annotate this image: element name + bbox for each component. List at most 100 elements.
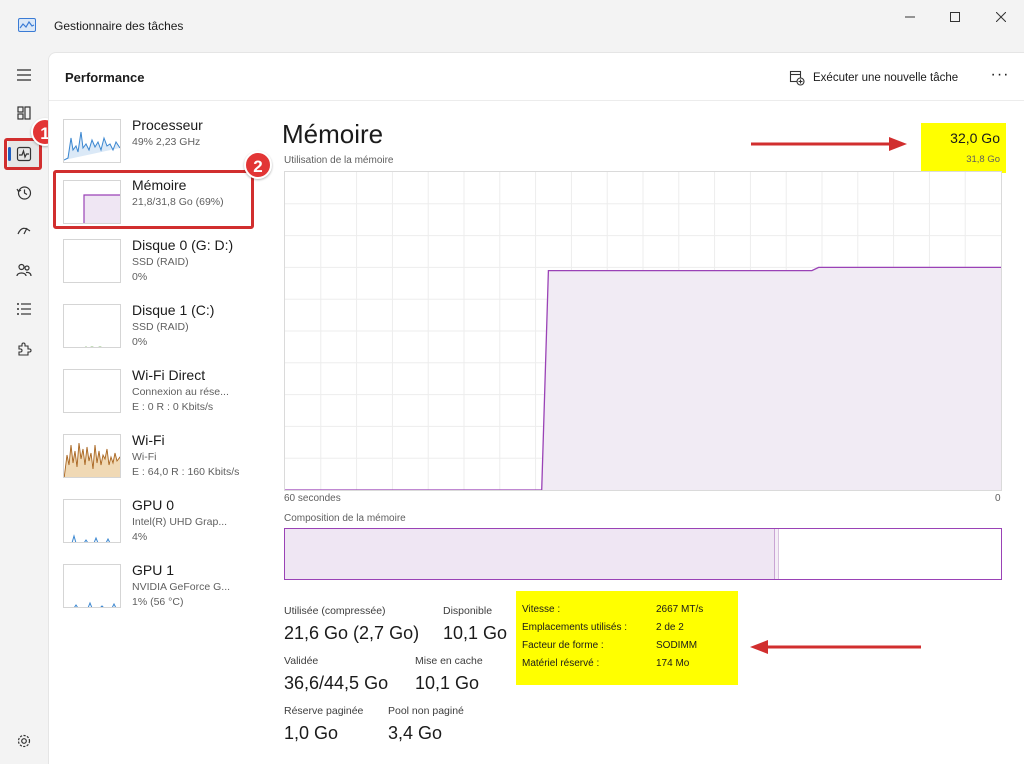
minimize-button[interactable] — [890, 6, 930, 28]
memory-composition-used — [285, 529, 776, 579]
history-icon — [16, 186, 32, 200]
device-detail: NVIDIA GeForce G... — [132, 581, 231, 593]
device-item-wifi-direct[interactable]: Wi-Fi Direct Connexion au rése... E : 0 … — [63, 367, 251, 423]
memory-usage-chart — [285, 172, 1001, 490]
maximize-icon — [950, 12, 960, 22]
page-header: Performance Exécuter une nouvelle tâche … — [49, 53, 1024, 101]
stat-paged-value: 1,0 Go — [284, 723, 339, 743]
content-panel: Performance Exécuter une nouvelle tâche … — [48, 52, 1024, 764]
spec-speed-label: Vitesse : — [522, 604, 561, 615]
stat-used-value: 21,6 Go (2,7 Go) — [284, 623, 420, 643]
gpu1-thumbnail — [63, 564, 121, 608]
stat-committed-label: Validée — [284, 655, 319, 667]
task-manager-app-icon — [18, 18, 36, 32]
memory-composition-bar — [284, 528, 1002, 580]
memory-heading: Mémoire — [282, 119, 384, 149]
stat-nonpaged-value: 3,4 Go — [388, 723, 443, 743]
device-detail-2: 0% — [132, 271, 148, 283]
device-detail: SSD (RAID) — [132, 256, 189, 268]
minimize-icon — [905, 16, 915, 18]
maximize-button[interactable] — [935, 6, 975, 28]
spec-reserved-label: Matériel réservé : — [522, 658, 600, 669]
disk1-thumbnail — [63, 304, 121, 348]
nav-app-history[interactable] — [8, 178, 40, 208]
details-list-icon — [17, 303, 31, 315]
hamburger-icon — [17, 69, 31, 81]
nav-services[interactable] — [8, 334, 40, 364]
close-button[interactable] — [981, 6, 1021, 28]
stat-cached-value: 10,1 Go — [415, 673, 480, 693]
device-name: Wi-Fi — [132, 432, 165, 448]
hamburger-menu-button[interactable] — [8, 60, 40, 90]
stat-available-value: 10,1 Go — [443, 623, 508, 643]
device-name: GPU 1 — [132, 562, 175, 578]
spec-form-factor-value: SODIMM — [656, 640, 698, 651]
run-new-task-button[interactable]: Exécuter une nouvelle tâche — [789, 68, 958, 88]
memory-composition-label: Composition de la mémoire — [284, 513, 406, 524]
processes-icon — [17, 106, 31, 120]
memory-usable: 31,8 Go — [966, 154, 1000, 165]
memory-specs-panel: Vitesse : 2667 MT/s Emplacements utilisé… — [516, 591, 738, 685]
device-item-gpu1[interactable]: GPU 1 NVIDIA GeForce G... 1% (56 °C) — [63, 562, 251, 618]
annotation-badge-2: 2 — [244, 151, 272, 179]
stat-available-label: Disponible — [443, 605, 493, 617]
memory-usage-label: Utilisation de la mémoire — [284, 155, 394, 166]
device-item-disk1[interactable]: Disque 1 (C:) SSD (RAID) 0% — [63, 302, 251, 358]
gear-icon — [17, 734, 31, 748]
window-title: Gestionnaire des tâches — [54, 19, 184, 33]
more-options-button[interactable]: ··· — [989, 67, 1011, 87]
device-name: Disque 0 (G: D:) — [132, 237, 234, 253]
nav-details[interactable] — [8, 294, 40, 324]
spec-slots-label: Emplacements utilisés : — [522, 622, 628, 633]
nav-users[interactable] — [8, 255, 40, 285]
device-detail: Intel(R) UHD Grap... — [132, 516, 228, 528]
device-detail-2: 1% (56 °C) — [132, 596, 184, 608]
run-new-task-label: Exécuter une nouvelle tâche — [813, 72, 959, 84]
device-detail: SSD (RAID) — [132, 321, 189, 333]
device-name: Processeur — [132, 117, 203, 133]
device-detail-2: E : 0 R : 0 Kbits/s — [132, 401, 214, 413]
spec-slots-value: 2 de 2 — [656, 622, 684, 633]
device-item-disk0[interactable]: Disque 0 (G: D:) SSD (RAID) 0% — [63, 237, 251, 293]
page-title: Performance — [65, 70, 145, 85]
stat-paged-label: Réserve paginée — [284, 705, 364, 717]
memory-total: 32,0 Go — [950, 130, 1000, 146]
device-detail-2: E : 64,0 R : 160 Kbits/s — [132, 466, 240, 478]
spec-reserved-value: 174 Mo — [656, 658, 690, 669]
new-task-icon — [789, 70, 805, 86]
services-puzzle-icon — [18, 342, 32, 356]
wifi-thumbnail — [63, 434, 121, 478]
device-name: Wi-Fi Direct — [132, 367, 206, 383]
stat-committed-value: 36,6/44,5 Go — [284, 673, 389, 693]
device-detail: 49% 2,23 GHz — [132, 136, 201, 148]
nav-settings[interactable] — [8, 726, 40, 756]
close-icon — [996, 12, 1006, 22]
users-icon — [16, 263, 32, 277]
stat-used-label: Utilisée (compressée) — [284, 605, 386, 617]
title-bar: Gestionnaire des tâches — [0, 0, 1024, 52]
spec-speed-value: 2667 MT/s — [656, 604, 704, 615]
device-item-wifi[interactable]: Wi-Fi Wi-Fi E : 64,0 R : 160 Kbits/s — [63, 432, 251, 488]
device-detail-2: 0% — [132, 336, 148, 348]
startup-icon — [17, 227, 31, 235]
annotation-box-memory — [53, 170, 254, 229]
nav-startup-apps[interactable] — [8, 216, 40, 246]
gpu0-thumbnail — [63, 499, 121, 543]
device-name: GPU 0 — [132, 497, 175, 513]
device-detail: Wi-Fi — [132, 451, 157, 463]
device-name: Disque 1 (C:) — [132, 302, 215, 318]
stat-cached-label: Mise en cache — [415, 655, 483, 667]
stat-nonpaged-label: Pool non paginé — [388, 705, 464, 717]
memory-usage-graph — [284, 171, 1002, 491]
cpu-thumbnail — [63, 119, 121, 163]
spec-form-factor-label: Facteur de forme : — [522, 640, 604, 651]
annotation-arrow-specs — [750, 640, 921, 654]
device-detail-2: 4% — [132, 531, 148, 543]
device-detail: Connexion au rése... — [132, 386, 229, 398]
device-item-gpu0[interactable]: GPU 0 Intel(R) UHD Grap... 4% — [63, 497, 251, 553]
graph-axis-left-label: 60 secondes — [284, 493, 341, 504]
annotation-arrow-total — [751, 137, 907, 151]
graph-axis-right-label: 0 — [995, 493, 1001, 504]
device-item-cpu[interactable]: Processeur 49% 2,23 GHz — [63, 117, 251, 173]
wifi-direct-thumbnail — [63, 369, 121, 413]
